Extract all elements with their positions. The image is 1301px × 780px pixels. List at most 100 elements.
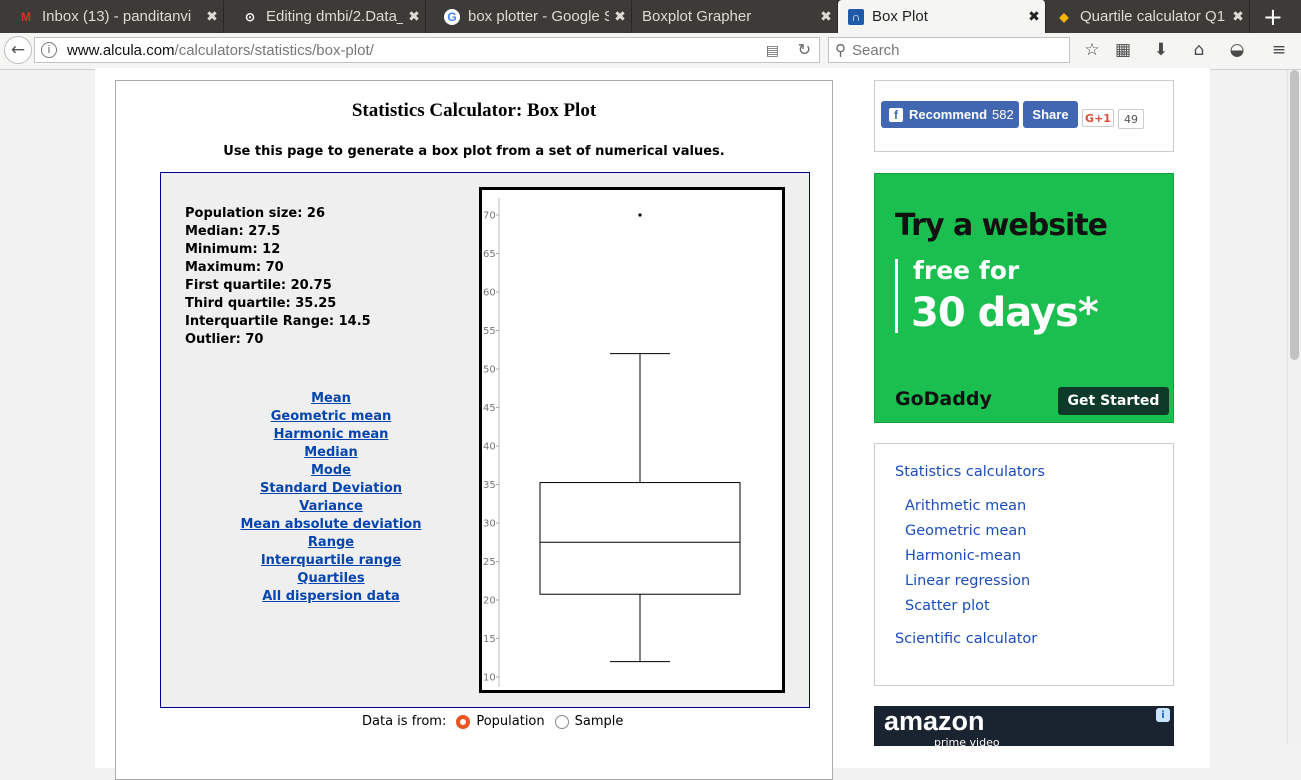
tab-box-plot[interactable]: ∩ Box Plot ✖ xyxy=(838,0,1046,33)
menu-item-linear-regression[interactable]: Linear regression xyxy=(905,573,1030,589)
download-icon[interactable]: ⬇ xyxy=(1149,39,1173,61)
y-tick-label-30: 30 xyxy=(483,519,496,530)
reload-icon[interactable]: ↻ xyxy=(798,40,811,60)
menu-item-scatter-plot[interactable]: Scatter plot xyxy=(905,598,990,614)
ad-line-free: free for xyxy=(913,256,1020,285)
home-icon[interactable]: ⌂ xyxy=(1187,39,1211,61)
google-icon: G xyxy=(444,8,460,25)
back-arrow-icon: ← xyxy=(10,40,26,60)
tab-github[interactable]: ⊙ Editing dmbi/2.Data_E ✖ xyxy=(224,0,426,33)
page-title: Statistics Calculator: Box Plot xyxy=(351,100,597,121)
y-tick-label-70: 70 xyxy=(483,211,496,222)
tab-quartile-calculator[interactable]: ◆ Quartile calculator Q1 ✖ xyxy=(1046,0,1250,33)
godaddy-ad[interactable]: Try a website free for 30 days* GoDaddy … xyxy=(874,173,1174,423)
link-mean[interactable]: Mean xyxy=(221,390,441,408)
reader-view-icon[interactable]: ▤ xyxy=(766,42,779,59)
stat-interquartile-range: Interquartile Range: 14.5 xyxy=(185,314,371,329)
tab-title: Quartile calculator Q1 xyxy=(1080,8,1226,25)
google-plus-button[interactable]: G+1 xyxy=(1082,109,1114,127)
stat-first-quartile: First quartile: 20.75 xyxy=(185,278,332,293)
link-geometric-mean[interactable]: Geometric mean xyxy=(221,408,441,426)
stat-maximum: Maximum: 70 xyxy=(185,260,284,275)
search-input[interactable]: ⚲ Search xyxy=(828,37,1070,63)
close-icon[interactable]: ✖ xyxy=(1227,8,1249,25)
amazon-ad[interactable]: amazon prime video i xyxy=(874,706,1174,746)
iqr-box xyxy=(539,482,741,595)
search-placeholder: Search xyxy=(852,41,900,59)
address-bar[interactable]: i www.alcula.com/calculators/statistics/… xyxy=(34,37,820,63)
menu-item-harmonic-mean[interactable]: Harmonic-mean xyxy=(905,548,1021,564)
link-standard-deviation[interactable]: Standard Deviation xyxy=(221,480,441,498)
tab-gmail[interactable]: M Inbox (13) - panditanvi ✖ xyxy=(0,0,224,33)
data-source-selector: Data is from: Population Sample xyxy=(362,714,623,729)
menu-icon[interactable]: ≡ xyxy=(1267,39,1291,61)
related-calculator-links: Mean Geometric mean Harmonic mean Median… xyxy=(221,390,441,606)
quartile-site-icon: ◆ xyxy=(1059,9,1069,24)
recommend-label: Recommend xyxy=(909,107,988,122)
statistics-summary: Population size: 26 Median: 27.5 Minimum… xyxy=(185,205,371,349)
info-icon[interactable]: i xyxy=(41,42,57,58)
page-scrollbar[interactable] xyxy=(1287,70,1301,744)
link-mode[interactable]: Mode xyxy=(221,462,441,480)
outlier-point-0 xyxy=(638,213,642,217)
link-quartiles[interactable]: Quartiles xyxy=(221,570,441,588)
link-median[interactable]: Median xyxy=(221,444,441,462)
navigation-bar: ← i www.alcula.com/calculators/statistic… xyxy=(0,33,1301,70)
link-harmonic-mean[interactable]: Harmonic mean xyxy=(221,426,441,444)
tab-google-search[interactable]: G box plotter - Google Se ✖ xyxy=(426,0,632,33)
tab-bar: M Inbox (13) - panditanvi ✖ ⊙ Editing dm… xyxy=(0,0,1301,33)
ad-divider xyxy=(895,259,898,333)
y-tick-label-65: 65 xyxy=(483,249,496,260)
scrollbar-thumb[interactable] xyxy=(1290,70,1299,360)
population-label[interactable]: Population xyxy=(476,714,544,729)
google-plus-count: 49 xyxy=(1118,109,1144,129)
link-range[interactable]: Range xyxy=(221,534,441,552)
reading-list-icon[interactable]: ▦ xyxy=(1111,39,1135,61)
y-tick-label-40: 40 xyxy=(483,442,496,453)
menu-item-arithmetic-mean[interactable]: Arithmetic mean xyxy=(905,498,1026,514)
close-icon[interactable]: ✖ xyxy=(609,8,631,25)
link-variance[interactable]: Variance xyxy=(221,498,441,516)
tab-title: Editing dmbi/2.Data_E xyxy=(266,8,403,25)
social-share-box: f Recommend 582 Share G+1 49 xyxy=(874,80,1174,152)
link-all-dispersion-data[interactable]: All dispersion data xyxy=(221,588,441,606)
get-started-button[interactable]: Get Started xyxy=(1058,387,1169,415)
close-icon[interactable]: ✖ xyxy=(1023,8,1045,25)
ad-line-days: 30 days* xyxy=(911,290,1099,336)
godaddy-logo: GoDaddy xyxy=(895,388,992,410)
pocket-icon[interactable]: ◒ xyxy=(1225,39,1249,61)
y-tick-label-55: 55 xyxy=(483,326,496,337)
bookmark-star-icon[interactable]: ☆ xyxy=(1080,39,1104,61)
stat-minimum: Minimum: 12 xyxy=(185,242,281,257)
population-radio[interactable] xyxy=(456,714,471,729)
sample-radio[interactable] xyxy=(554,714,569,729)
link-mean-absolute-deviation[interactable]: Mean absolute deviation xyxy=(221,516,441,534)
y-tick-label-60: 60 xyxy=(483,288,496,299)
box-plot-chart: 10 15 20 25 30 35 40 45 50 55 60 65 70 xyxy=(479,187,785,693)
new-tab-button[interactable]: + xyxy=(1263,3,1283,31)
sample-label[interactable]: Sample xyxy=(575,714,624,729)
tab-boxplot-grapher[interactable]: Boxplot Grapher ✖ xyxy=(632,0,838,33)
github-icon: ⊙ xyxy=(244,9,256,24)
y-tick-label-10: 10 xyxy=(483,673,496,684)
facebook-share-button[interactable]: Share xyxy=(1023,101,1078,128)
close-icon[interactable]: ✖ xyxy=(403,8,425,25)
menu-footer-scientific-calculator[interactable]: Scientific calculator xyxy=(895,631,1037,647)
url-path: /calculators/statistics/box-plot/ xyxy=(174,41,374,59)
y-tick-label-45: 45 xyxy=(483,403,496,414)
gmail-icon: M xyxy=(21,9,31,24)
close-icon[interactable]: ✖ xyxy=(201,8,223,25)
statistics-menu: Statistics calculators Arithmetic mean G… xyxy=(874,443,1174,686)
stat-third-quartile: Third quartile: 35.25 xyxy=(185,296,337,311)
page-viewport: Statistics Calculator: Box Plot Use this… xyxy=(0,68,1287,780)
back-button[interactable]: ← xyxy=(4,36,32,64)
menu-item-geometric-mean[interactable]: Geometric mean xyxy=(905,523,1026,539)
menu-heading-statistics-calculators[interactable]: Statistics calculators xyxy=(895,464,1045,480)
close-icon[interactable]: ✖ xyxy=(815,8,837,25)
data-source-label: Data is from: xyxy=(362,714,447,729)
link-interquartile-range[interactable]: Interquartile range xyxy=(221,552,441,570)
ad-info-icon[interactable]: i xyxy=(1156,708,1170,722)
facebook-recommend-button[interactable]: f Recommend 582 xyxy=(881,101,1019,128)
content-wrapper: Statistics Calculator: Box Plot Use this… xyxy=(95,68,1210,780)
page-subtitle: Use this page to generate a box plot fro… xyxy=(223,144,725,159)
